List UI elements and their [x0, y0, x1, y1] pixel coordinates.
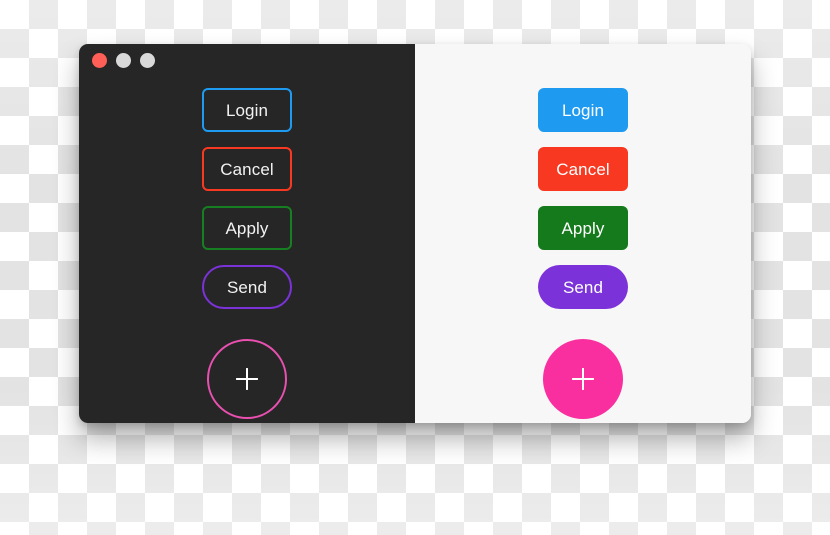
dark-theme-pane: Login Cancel Apply Send [79, 44, 415, 423]
add-fab-outline[interactable] [207, 339, 287, 419]
window-controls [92, 53, 155, 68]
send-button-outline[interactable]: Send [202, 265, 292, 309]
login-button-filled[interactable]: Login [538, 88, 628, 132]
plus-icon [572, 368, 594, 390]
apply-button-filled[interactable]: Apply [538, 206, 628, 250]
zoom-button[interactable] [140, 53, 155, 68]
send-button-filled[interactable]: Send [538, 265, 628, 309]
app-window: Login Cancel Apply Send Login Cancel App… [79, 44, 751, 423]
add-fab-filled[interactable] [543, 339, 623, 419]
transparency-canvas: Login Cancel Apply Send Login Cancel App… [0, 0, 830, 535]
cancel-button-filled[interactable]: Cancel [538, 147, 628, 191]
login-button-outline[interactable]: Login [202, 88, 292, 132]
close-button[interactable] [92, 53, 107, 68]
plus-icon [236, 368, 258, 390]
dark-button-stack: Login Cancel Apply Send [79, 88, 415, 419]
light-button-stack: Login Cancel Apply Send [415, 88, 751, 419]
apply-button-outline[interactable]: Apply [202, 206, 292, 250]
light-theme-pane: Login Cancel Apply Send [415, 44, 751, 423]
cancel-button-outline[interactable]: Cancel [202, 147, 292, 191]
minimize-button[interactable] [116, 53, 131, 68]
